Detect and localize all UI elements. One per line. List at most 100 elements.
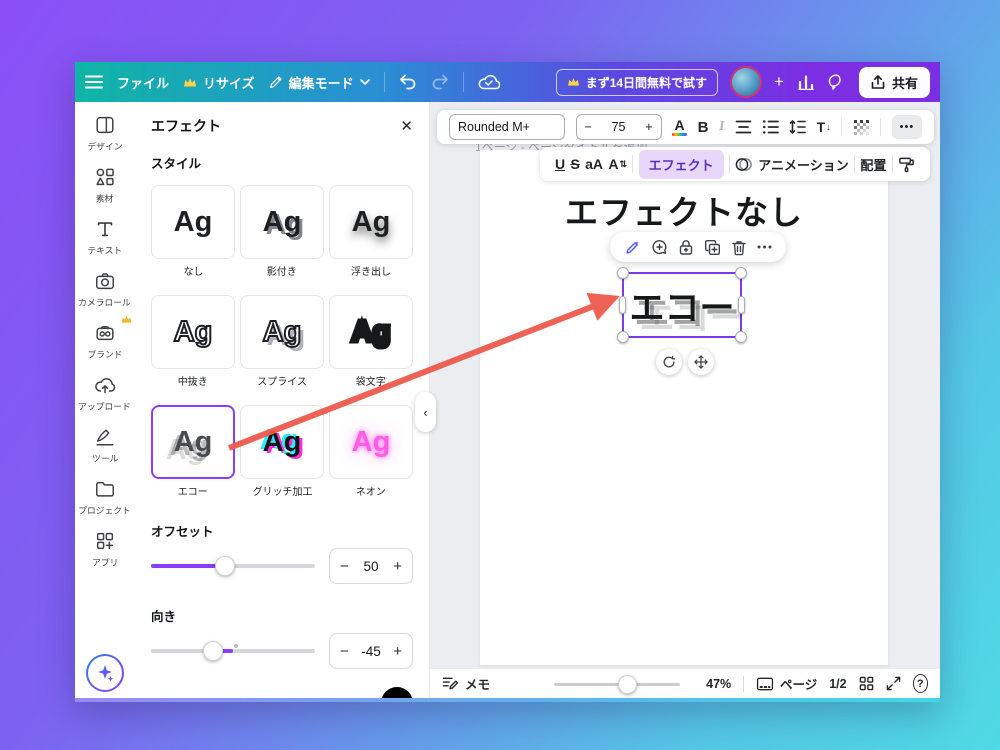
text-color-button[interactable]: A xyxy=(672,118,687,137)
selection-handle-top-left[interactable] xyxy=(617,267,629,279)
cloud-save-status-button[interactable] xyxy=(478,74,500,90)
sidebar-item-camera-roll[interactable]: カメラロール xyxy=(76,270,133,309)
direction-slider-handle[interactable] xyxy=(203,641,223,661)
style-tile-neon[interactable]: Ag ネオン xyxy=(329,405,413,499)
style-tile-outline[interactable]: Ag 袋文字 xyxy=(329,295,413,389)
paint-roller-icon xyxy=(898,156,915,173)
effects-button-active[interactable]: エフェクト xyxy=(639,150,724,179)
selection-handle-right[interactable] xyxy=(738,296,745,314)
selection-handle-bottom-left[interactable] xyxy=(617,331,629,343)
sidebar-item-design[interactable]: デザイン xyxy=(86,114,124,153)
edit-mode-dropdown[interactable]: 編集モード xyxy=(269,73,370,92)
selected-text-element[interactable]: エコー xyxy=(622,272,742,338)
position-button[interactable]: 配置 xyxy=(860,155,886,174)
transparency-button[interactable] xyxy=(853,119,870,136)
magic-assistant-button[interactable] xyxy=(86,654,124,692)
brand-kit-icon xyxy=(94,322,116,344)
duplicate-icon[interactable] xyxy=(704,239,721,256)
more-dots-icon[interactable] xyxy=(757,245,772,249)
lock-icon[interactable] xyxy=(678,239,694,256)
animation-button[interactable]: アニメーション xyxy=(735,155,848,174)
selection-handle-left[interactable] xyxy=(619,296,626,314)
underline-button[interactable]: U xyxy=(555,156,565,172)
font-family-selector[interactable]: Rounded M+ xyxy=(449,114,565,140)
direction-decrease-button[interactable]: − xyxy=(340,643,349,660)
style-tile-echo[interactable]: Ag エコー xyxy=(151,405,235,499)
sidebar-item-brand[interactable]: ブランド xyxy=(86,322,124,361)
magic-edit-icon[interactable] xyxy=(624,239,641,256)
comment-add-icon[interactable] xyxy=(651,239,668,256)
undo-button[interactable] xyxy=(399,74,417,90)
selection-handle-bottom-right[interactable] xyxy=(735,331,747,343)
offset-value[interactable]: 50 xyxy=(363,559,378,574)
fullscreen-button[interactable] xyxy=(886,676,901,691)
help-button[interactable]: ? xyxy=(913,674,928,693)
close-panel-button[interactable]: ✕ xyxy=(400,117,413,135)
offset-slider-handle[interactable] xyxy=(215,556,235,576)
collapse-panel-button[interactable]: ‹ xyxy=(415,392,436,432)
resize-button[interactable]: リサイズ xyxy=(183,73,255,92)
sidebar-item-text[interactable]: テキスト xyxy=(86,218,124,257)
comments-button[interactable] xyxy=(828,74,845,90)
selection-handle-top-right[interactable] xyxy=(735,267,747,279)
bold-button[interactable]: B xyxy=(698,119,709,136)
offset-stepper: − 50 + xyxy=(329,548,413,584)
style-tile-shadow[interactable]: Ag 影付き xyxy=(240,185,324,279)
transparency-icon xyxy=(853,119,870,136)
direction-increase-button[interactable]: + xyxy=(393,643,402,660)
sidebar-item-elements[interactable]: 素材 xyxy=(94,166,116,205)
text-align-button[interactable] xyxy=(735,120,752,134)
avatar[interactable] xyxy=(732,68,760,96)
format-painter-button[interactable] xyxy=(898,156,915,173)
style-tile-splice[interactable]: Ag スプライス xyxy=(240,295,324,389)
style-tile-hollow[interactable]: Ag 中抜き xyxy=(151,295,235,389)
redo-icon xyxy=(431,74,449,90)
line-spacing-button[interactable] xyxy=(789,120,806,134)
font-size-decrease-button[interactable]: − xyxy=(585,120,592,134)
direction-slider[interactable] xyxy=(151,640,315,662)
animation-circles-icon xyxy=(735,157,753,172)
selected-text[interactable]: エコー xyxy=(629,280,734,331)
zoom-slider[interactable] xyxy=(554,674,680,694)
sidebar-item-apps[interactable]: アプリ xyxy=(91,530,120,569)
redo-button[interactable] xyxy=(431,74,449,90)
style-tile-none[interactable]: Ag なし xyxy=(151,185,235,279)
element-toolbar xyxy=(610,232,786,262)
file-menu-button[interactable]: ファイル xyxy=(117,73,169,92)
offset-slider[interactable] xyxy=(151,555,315,577)
move-button[interactable] xyxy=(688,349,714,375)
bar-chart-icon xyxy=(798,75,814,90)
vertical-text-button[interactable]: T↓ xyxy=(817,119,831,135)
insights-button[interactable] xyxy=(798,75,814,90)
style-tile-glitch[interactable]: Ag グリッチ加工 xyxy=(240,405,324,499)
italic-button[interactable]: I xyxy=(719,119,724,135)
font-size-value[interactable]: 75 xyxy=(612,120,626,134)
more-options-button[interactable]: ••• xyxy=(892,115,922,139)
design-page[interactable]: エフェクトなし xyxy=(480,150,888,665)
sidebar-item-uploads[interactable]: アップロード xyxy=(76,374,133,413)
strikethrough-button[interactable]: S xyxy=(570,156,579,172)
pages-button[interactable]: ページ xyxy=(756,674,817,693)
hamburger-menu-button[interactable] xyxy=(85,75,103,89)
zoom-slider-handle[interactable] xyxy=(618,675,637,694)
upload-cloud-icon xyxy=(94,374,116,396)
text-case-button[interactable]: aA xyxy=(585,156,603,172)
sidebar-item-tools[interactable]: ツール xyxy=(91,426,120,465)
grid-view-button[interactable] xyxy=(859,676,874,691)
sidebar-item-projects[interactable]: プロジェクト xyxy=(76,478,133,517)
direction-value[interactable]: -45 xyxy=(361,644,381,659)
font-size-increase-button[interactable]: + xyxy=(645,120,652,134)
offset-increase-button[interactable]: + xyxy=(393,558,402,575)
add-member-button[interactable]: + xyxy=(774,72,784,92)
sidebar-rail: デザイン 素材 テキスト カメラロール ブランド xyxy=(75,102,135,702)
offset-decrease-button[interactable]: − xyxy=(340,558,349,575)
share-button[interactable]: 共有 xyxy=(859,67,930,98)
letter-spacing-button[interactable]: A⇅ xyxy=(608,156,627,172)
style-tile-lift[interactable]: Ag 浮き出し xyxy=(329,185,413,279)
bullet-list-button[interactable] xyxy=(763,120,779,134)
notes-button[interactable]: メモ xyxy=(442,674,490,693)
plain-text-element[interactable]: エフェクトなし xyxy=(480,186,888,234)
rotate-button[interactable] xyxy=(656,349,682,375)
trash-icon[interactable] xyxy=(731,239,747,256)
trial-button[interactable]: まず14日間無料で試す xyxy=(556,69,718,96)
